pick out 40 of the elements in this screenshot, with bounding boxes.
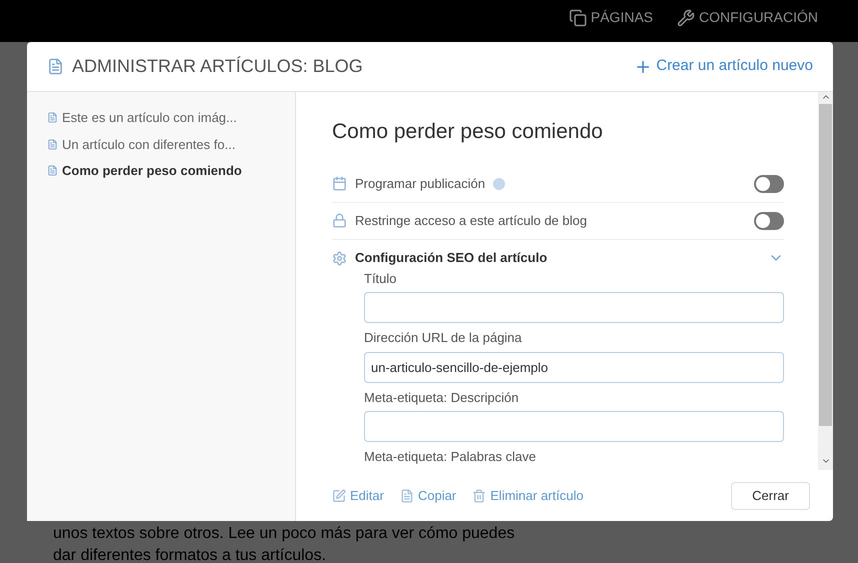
action-link[interactable]: Copiar (400, 486, 456, 506)
scrollbar[interactable] (818, 92, 833, 470)
toggle-switch[interactable] (754, 174, 784, 192)
modal-title: ADMINISTRAR ARTÍCULOS: BLOG (72, 55, 363, 78)
nav-link[interactable]: PÁGINAS (568, 7, 653, 28)
text-field[interactable] (364, 292, 784, 323)
nav-link[interactable]: CONFIGURACIÓN (677, 7, 818, 28)
article-item[interactable]: Este es un artículo con imág... (47, 108, 275, 128)
action-link[interactable]: Editar (332, 486, 384, 506)
field-label: Meta-etiqueta: Descripción (364, 388, 520, 407)
lock-icon (332, 213, 347, 228)
calendar-icon (332, 176, 347, 191)
setting-label: Restringe acceso a este artículo de blog (355, 212, 587, 230)
action-link[interactable]: Eliminar artículo (472, 486, 584, 506)
text-field[interactable]: un-articulo-sencillo-de-ejemplo (364, 352, 784, 382)
document-icon (47, 112, 58, 124)
edit-icon (332, 488, 346, 502)
background-text: unos textos sobre otros. Lee un poco más para ver cómo puedes (53, 524, 515, 544)
field-label: Título (364, 270, 398, 288)
field-label: Meta-etiqueta: Palabras clave (364, 448, 537, 466)
setting-label: Programar publicación (355, 174, 486, 193)
document-icon (47, 138, 58, 150)
pages-icon (568, 8, 587, 26)
article-item[interactable]: Un artículo con diferentes fo... (47, 134, 275, 154)
field-label: Dirección URL de la página (364, 329, 523, 347)
background-text: dar diferentes formatos a tus artículos. (53, 546, 328, 563)
document-icon (47, 165, 58, 176)
text-field[interactable] (364, 411, 784, 442)
trash-icon (472, 488, 486, 502)
close-button[interactable]: Cerrar (731, 482, 810, 510)
create-article-button[interactable]: Crear un artículo nuevo (634, 55, 813, 78)
wrench-icon (677, 8, 695, 26)
gear-icon (332, 250, 347, 266)
article-item[interactable]: Como perder peso comiendo (47, 161, 275, 180)
article-heading: Como perder peso comiendo (332, 119, 604, 145)
document-icon (400, 488, 414, 502)
section-label: Configuración SEO del artículo (355, 249, 548, 268)
toggle-switch[interactable] (754, 212, 784, 230)
help-icon[interactable] (493, 178, 506, 190)
document-icon (47, 58, 64, 75)
